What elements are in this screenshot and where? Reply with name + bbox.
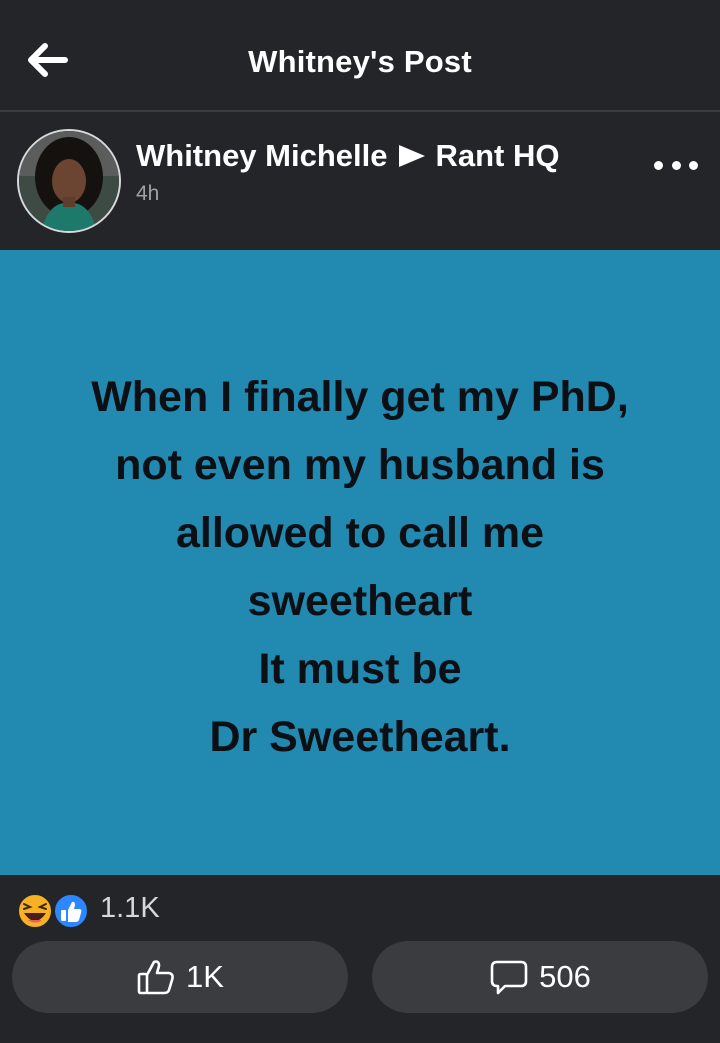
post-header: Whitney Michelle Rant HQ 4h <box>0 112 720 250</box>
group-name[interactable]: Rant HQ <box>435 138 559 174</box>
like-count: 1K <box>186 959 224 994</box>
avatar[interactable] <box>17 129 121 233</box>
reaction-icons <box>17 893 89 929</box>
reactions-bar: 1.1K 1K 506 <box>0 875 720 1043</box>
reaction-count[interactable]: 1.1K <box>100 892 160 925</box>
dot-icon <box>654 160 663 170</box>
more-options-button[interactable] <box>654 150 698 180</box>
like-badge-icon <box>53 893 89 929</box>
author-name[interactable]: Whitney Michelle <box>136 138 387 174</box>
dot-icon <box>671 160 681 170</box>
comment-count: 506 <box>539 959 591 994</box>
post-text: When I finally get my PhD, not even my h… <box>91 372 629 761</box>
comment-button[interactable]: 506 <box>372 941 708 1013</box>
page-title: Whitney's Post <box>248 44 472 79</box>
post-timestamp[interactable]: 4h <box>136 182 159 206</box>
reaction-summary[interactable] <box>16 891 96 929</box>
laughing-emoji-icon <box>17 893 53 929</box>
post-content-card[interactable]: When I finally get my PhD, not even my h… <box>0 250 720 875</box>
thumbs-up-icon <box>137 960 174 995</box>
top-bar: Whitney's Post <box>0 0 720 112</box>
profile-photo <box>19 131 119 231</box>
like-button[interactable]: 1K <box>12 941 348 1013</box>
triangle-right-icon <box>399 145 426 167</box>
author-line: Whitney Michelle Rant HQ <box>136 138 559 174</box>
dot-icon <box>689 160 698 170</box>
app-screen: Whitney's Post Whitney Michelle Rant HQ … <box>0 0 720 1043</box>
comment-bubble-icon <box>490 960 528 995</box>
